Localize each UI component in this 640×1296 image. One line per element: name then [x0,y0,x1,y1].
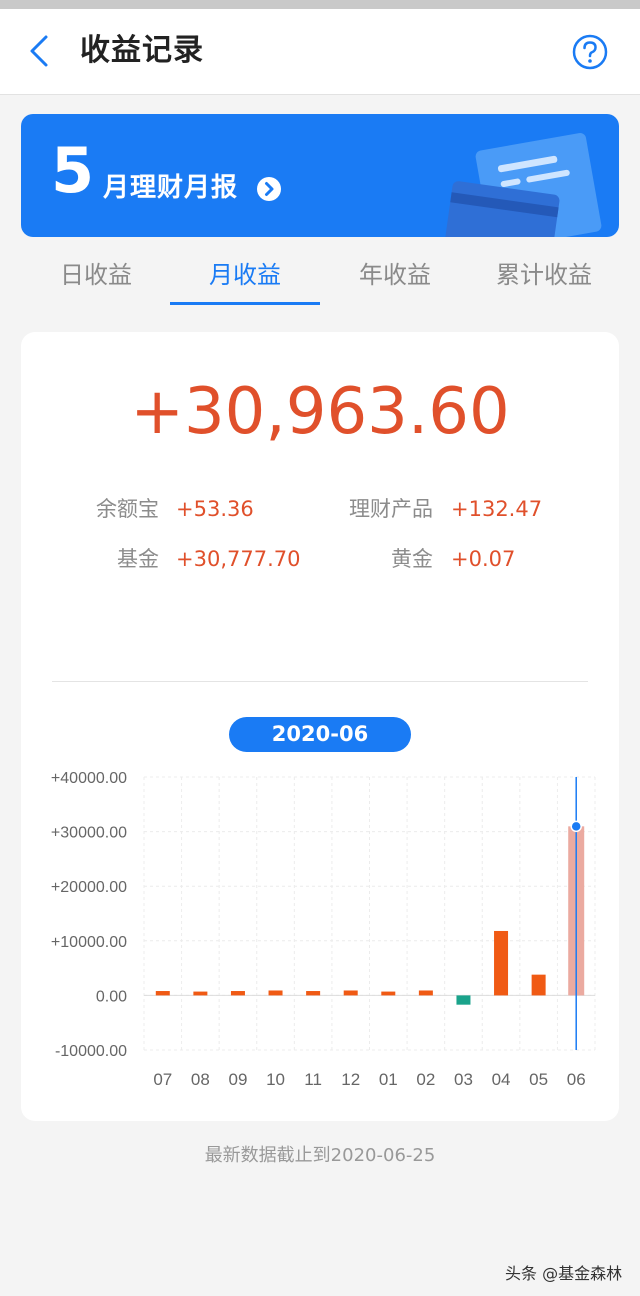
nav-bar: 收益记录 [0,9,640,95]
chevron-right-circle-icon [257,177,281,201]
x-tick-label: 04 [492,1070,511,1089]
banner-month: 5 [51,134,95,207]
y-tick-label: -10000.00 [55,1043,127,1060]
x-tick-label: 02 [416,1070,435,1089]
breakdown-label-wealth-products: 理财产品 [349,497,433,521]
active-tab-indicator [170,302,320,305]
y-tick-label: 0.00 [96,988,127,1005]
x-tick-label: 10 [266,1070,285,1089]
bar [531,974,546,996]
breakdown-value-funds: +30,777.70 [176,547,301,571]
chevron-left-icon [30,35,48,67]
breakdown-value-yuebao: +53.36 [176,497,254,521]
x-tick-label: 08 [191,1070,210,1089]
earnings-card: +30,963.60 余额宝 +53.36 理财产品 +132.47 基金 +3… [21,332,619,1121]
bar [494,930,509,996]
y-tick-label: +40000.00 [51,770,127,787]
bar [268,990,283,996]
data-cutoff-note: 最新数据截止到2020-06-25 [204,1145,436,1166]
breakdown-label-yuebao: 余额宝 [96,497,159,521]
banner-title: 月理财月报 [103,173,239,203]
bar [193,991,208,996]
x-tick-label: 12 [341,1070,360,1089]
y-tick-label: +20000.00 [51,879,127,896]
breakdown-value-gold: +0.07 [451,547,516,571]
x-tick-label: 05 [529,1070,548,1089]
status-strip [0,0,640,9]
bar [306,991,321,996]
bar [343,990,358,996]
total-earnings: +30,963.60 [130,375,510,449]
x-tick-label: 09 [228,1070,247,1089]
x-tick-label: 01 [379,1070,398,1089]
bar [381,991,396,996]
selection-cursor-dot [570,820,582,833]
x-tick-label: 06 [567,1070,586,1089]
period-tabs: 日收益 月收益 年收益 累计收益 [21,244,619,306]
document-illustration-icon [444,133,602,237]
monthly-earnings-chart[interactable]: +40000.00 +30000.00 +20000.00 +10000.00 0.00… [21,760,619,1100]
tab-cumulative[interactable]: 累计收益 [469,244,619,306]
bar [418,990,433,996]
help-button[interactable] [571,33,609,71]
watermark: 头条 @基金森林 [505,1264,623,1283]
breakdown-label-gold: 黄金 [391,547,433,571]
question-icon [572,34,608,70]
bar [155,991,170,996]
tab-monthly[interactable]: 月收益 [170,244,320,306]
breakdown-value-wealth-products: +132.47 [451,497,543,521]
back-button[interactable] [22,29,62,73]
x-tick-label: 03 [454,1070,473,1089]
period-selector[interactable]: 2020-06 [229,717,411,752]
x-tick-label: 11 [304,1070,322,1089]
bar [456,995,471,1005]
tab-yearly[interactable]: 年收益 [320,244,470,306]
x-tick-label: 07 [153,1070,172,1089]
y-tick-label: +30000.00 [51,825,127,842]
page-title: 收益记录 [80,33,204,68]
breakdown-label-funds: 基金 [117,547,159,571]
y-tick-label: +10000.00 [51,934,127,951]
tab-daily[interactable]: 日收益 [21,244,171,306]
divider [52,681,588,682]
bar [230,991,245,996]
monthly-report-banner[interactable]: 5 月理财月报 [21,114,619,237]
